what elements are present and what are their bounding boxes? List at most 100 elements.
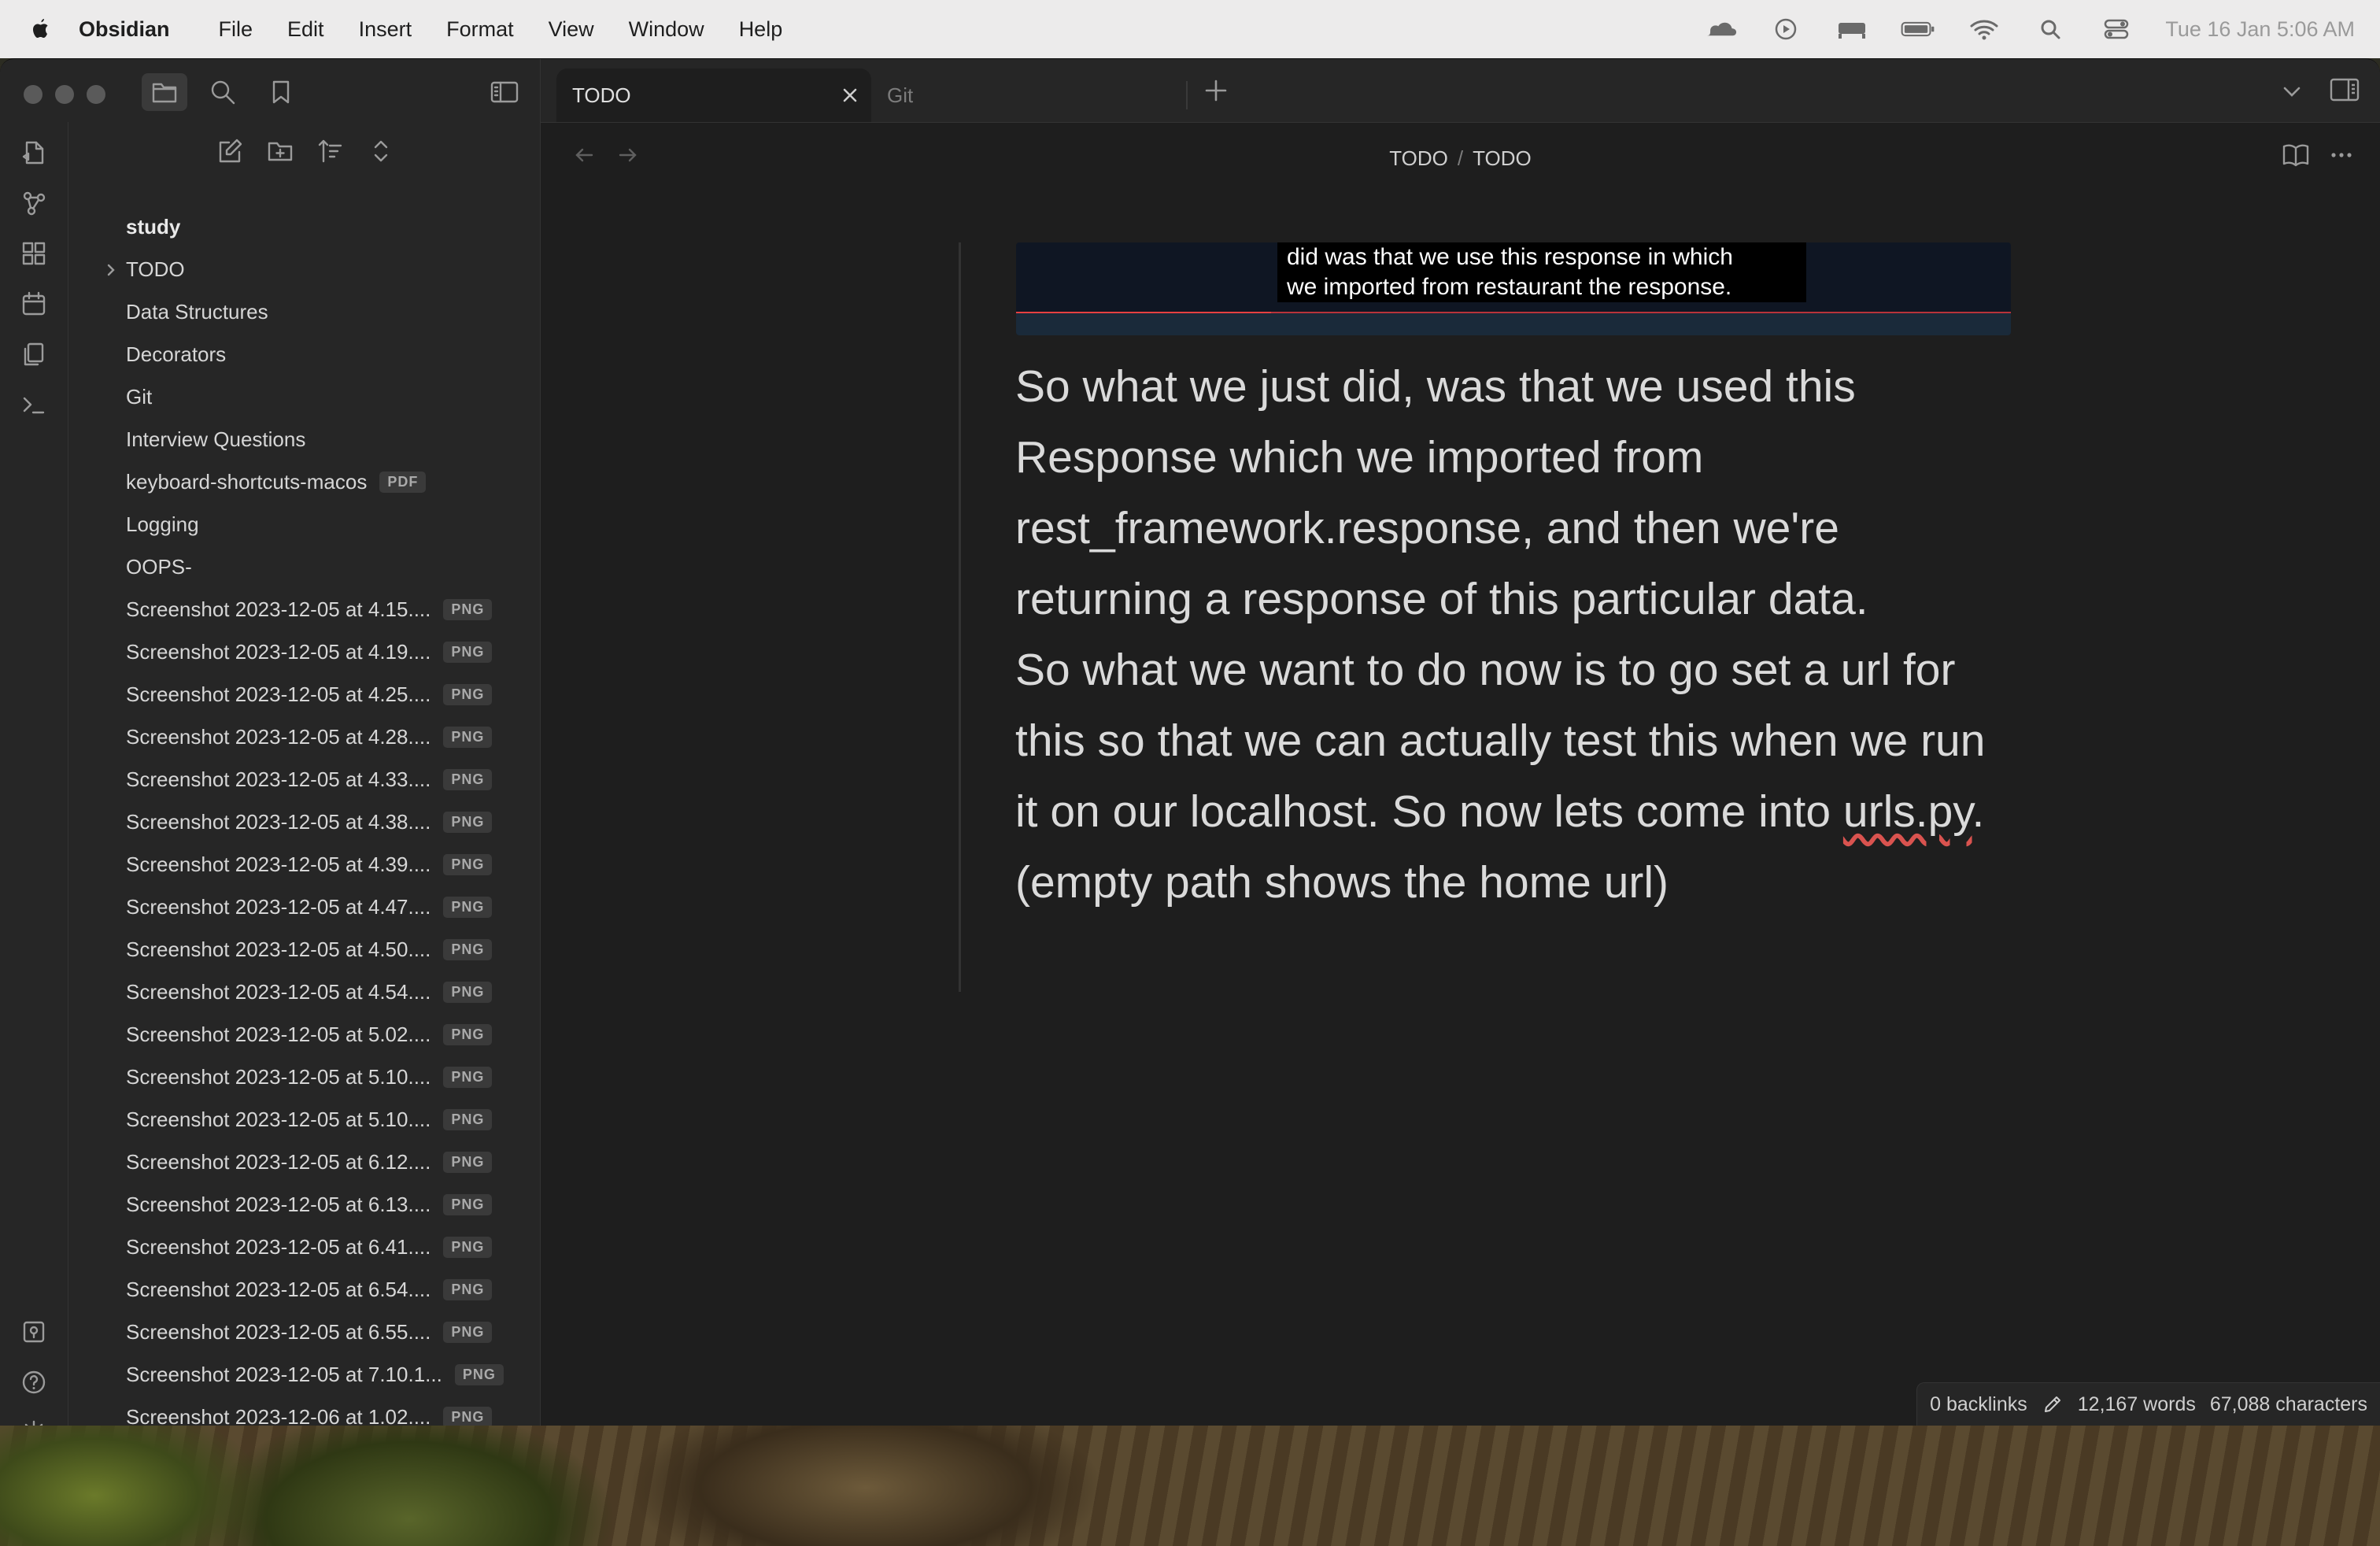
file-name: TODO <box>126 257 185 281</box>
app-menu-obsidian[interactable]: Obsidian <box>79 17 170 42</box>
file-item[interactable]: Interview Questions <box>126 427 305 452</box>
spotlight-search-icon[interactable] <box>2033 17 2068 41</box>
window-close-button[interactable] <box>24 85 42 104</box>
window-minimize-button[interactable] <box>55 85 74 104</box>
video-subtitle: did was that we use this response in whi… <box>1277 242 1806 302</box>
file-type-badge: PNG <box>443 1237 493 1258</box>
play-circle-icon[interactable] <box>1768 17 1803 41</box>
menu-format[interactable]: Format <box>446 17 514 42</box>
word-count[interactable]: 12,167 words <box>2078 1393 2196 1416</box>
files-view-button[interactable] <box>142 73 187 111</box>
menu-window[interactable]: Window <box>629 17 704 42</box>
subtitle-line: did was that we use this response in whi… <box>1287 244 1733 270</box>
breadcrumb-parent[interactable]: TODO <box>1389 146 1448 170</box>
settings-button[interactable] <box>17 1416 50 1426</box>
bookmarks-view-button[interactable] <box>258 73 304 111</box>
new-note-button[interactable] <box>213 135 246 168</box>
file-item[interactable]: OOPS- <box>126 555 192 579</box>
file-item[interactable]: Screenshot 2023-12-05 at 5.10.... PNG <box>126 1065 493 1089</box>
more-options-button[interactable] <box>2327 142 2356 172</box>
menu-view[interactable]: View <box>549 17 594 42</box>
character-count[interactable]: 67,088 characters <box>2210 1393 2367 1416</box>
menu-help[interactable]: Help <box>739 17 783 42</box>
file-item[interactable]: Screenshot 2023-12-05 at 5.10.... PNG <box>126 1108 493 1132</box>
tab-git[interactable]: Git <box>879 81 1188 109</box>
chevron-right-icon[interactable] <box>102 261 120 279</box>
file-item[interactable]: Screenshot 2023-12-05 at 6.13.... PNG <box>126 1193 493 1217</box>
wifi-icon[interactable] <box>1967 17 2001 41</box>
bed-icon[interactable] <box>1835 17 1869 41</box>
breadcrumb-current[interactable]: TODO <box>1473 146 1532 170</box>
file-item[interactable]: keyboard-shortcuts-macos PDF <box>126 470 427 494</box>
file-item[interactable]: Screenshot 2023-12-05 at 4.25.... PNG <box>126 682 493 707</box>
file-item[interactable]: Screenshot 2023-12-05 at 4.38.... PNG <box>126 810 493 834</box>
file-item[interactable]: Screenshot 2023-12-05 at 4.15.... PNG <box>126 597 493 622</box>
file-item[interactable]: Screenshot 2023-12-05 at 4.19.... PNG <box>126 640 493 664</box>
chevron-down-icon <box>2283 87 2301 97</box>
file-item[interactable]: Screenshot 2023-12-05 at 7.10.1... PNG <box>126 1363 504 1387</box>
file-item[interactable]: Screenshot 2023-12-05 at 4.54.... PNG <box>126 980 493 1004</box>
file-name: Screenshot 2023-12-05 at 4.50.... <box>126 938 431 961</box>
file-item[interactable]: Screenshot 2023-12-05 at 6.12.... PNG <box>126 1150 493 1174</box>
file-item[interactable]: Screenshot 2023-12-05 at 4.47.... PNG <box>126 895 493 919</box>
menu-file[interactable]: File <box>219 17 253 42</box>
file-name: OOPS- <box>126 555 192 579</box>
file-item[interactable]: Screenshot 2023-12-05 at 6.54.... PNG <box>126 1278 493 1302</box>
search-icon <box>211 80 235 105</box>
menu-edit[interactable]: Edit <box>287 17 324 42</box>
file-item[interactable]: Decorators <box>126 342 226 367</box>
command-palette-button[interactable] <box>17 388 50 421</box>
file-item[interactable]: Screenshot 2023-12-05 at 4.50.... PNG <box>126 938 493 962</box>
file-explorer: study TODO Data Structures Decorators Git Int… <box>68 122 541 1426</box>
toggle-sidebar-button[interactable] <box>482 73 527 111</box>
close-icon[interactable] <box>840 85 860 105</box>
file-type-badge: PNG <box>443 1279 493 1300</box>
templates-button[interactable] <box>17 338 50 371</box>
file-item[interactable]: Screenshot 2023-12-05 at 5.02.... PNG <box>126 1023 493 1047</box>
embedded-video-screenshot[interactable]: did was that we use this response in whi… <box>1016 242 2011 335</box>
collapse-all-button[interactable] <box>364 135 397 168</box>
help-button[interactable] <box>17 1366 50 1399</box>
file-item[interactable]: Screenshot 2023-12-05 at 4.39.... PNG <box>126 853 493 877</box>
obsidian-window: study TODO Data Structures Decorators Git Int… <box>0 58 2380 1426</box>
toggle-right-sidebar-button[interactable] <box>2329 76 2360 107</box>
cloud-icon[interactable] <box>1702 17 1737 41</box>
note-content[interactable]: So what we just did, was that we used th… <box>1015 351 2023 918</box>
canvas-button[interactable] <box>17 237 50 270</box>
apple-logo-icon[interactable] <box>31 17 50 41</box>
file-item[interactable]: Screenshot 2023-12-05 at 4.33.... PNG <box>126 767 493 792</box>
file-item[interactable]: Data Structures <box>126 300 268 324</box>
file-item[interactable]: Screenshot 2023-12-06 at 1.02.... PNG <box>126 1405 493 1426</box>
window-zoom-button[interactable] <box>87 85 105 104</box>
file-item[interactable]: Screenshot 2023-12-05 at 6.41.... PNG <box>126 1235 493 1259</box>
file-type-badge: PNG <box>443 1407 493 1426</box>
backlinks-count[interactable]: 0 backlinks <box>1930 1393 2027 1416</box>
misspelled-word[interactable]: urls.py <box>1843 786 1972 837</box>
battery-icon[interactable] <box>1901 17 1935 41</box>
file-item[interactable]: Screenshot 2023-12-05 at 6.55.... PNG <box>126 1320 493 1344</box>
menu-insert[interactable]: Insert <box>359 17 412 42</box>
file-item[interactable]: Screenshot 2023-12-05 at 4.28.... PNG <box>126 725 493 749</box>
search-view-button[interactable] <box>200 73 246 111</box>
tab-todo[interactable]: TODO <box>556 68 871 122</box>
macos-menu-bar: Obsidian File Edit Insert Format View Wi… <box>0 0 2380 58</box>
file-name: Screenshot 2023-12-05 at 6.13.... <box>126 1193 431 1216</box>
folder-item[interactable]: TODO <box>107 257 185 282</box>
menu-bar-clock[interactable]: Tue 16 Jan 5:06 AM <box>2165 17 2355 42</box>
open-quick-switcher-button[interactable] <box>17 136 50 169</box>
pencil-icon[interactable] <box>2042 1393 2064 1415</box>
tab-list-button[interactable] <box>2280 80 2304 107</box>
file-type-badge: PNG <box>443 684 493 705</box>
control-center-icon[interactable] <box>2099 17 2134 41</box>
reading-view-button[interactable] <box>2282 142 2310 172</box>
vault-root-folder[interactable]: study <box>126 215 180 239</box>
sort-order-button[interactable] <box>314 135 347 168</box>
new-tab-button[interactable] <box>1202 76 1230 109</box>
folder-icon <box>152 83 177 103</box>
daily-note-button[interactable] <box>17 287 50 320</box>
graph-view-button[interactable] <box>17 187 50 220</box>
new-folder-button[interactable] <box>264 135 297 168</box>
file-item[interactable]: Logging <box>126 512 199 537</box>
file-item[interactable]: Git <box>126 385 152 409</box>
open-vault-button[interactable] <box>17 1315 50 1348</box>
